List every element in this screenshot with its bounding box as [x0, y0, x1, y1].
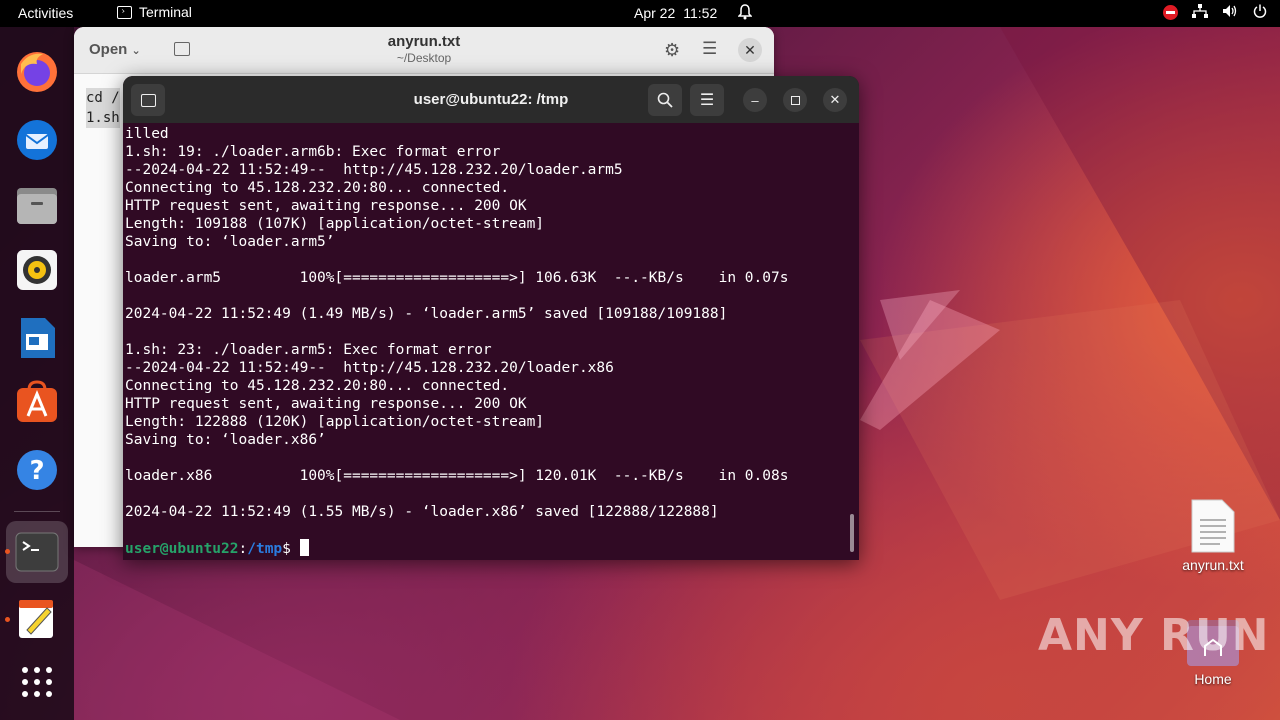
terminal-line: --2024-04-22 11:52:49-- http://45.128.23…	[125, 162, 623, 178]
hamburger-menu-icon[interactable]: ☰	[702, 39, 717, 59]
help-icon[interactable]: ?	[12, 445, 62, 495]
scrollbar[interactable]	[850, 514, 854, 552]
bell-icon[interactable]	[737, 4, 753, 23]
close-icon: ✕	[829, 92, 841, 107]
terminal-line: HTTP request sent, awaiting response... …	[125, 396, 527, 412]
terminal-output[interactable]: illed 1.sh: 19: ./loader.arm6b: Exec form…	[123, 123, 859, 560]
terminal-line: illed	[125, 126, 169, 142]
firefox-icon[interactable]	[12, 47, 62, 97]
text-editor-icon[interactable]	[12, 593, 62, 643]
minimize-button[interactable]: –	[743, 88, 767, 112]
network-icon[interactable]	[1192, 4, 1208, 21]
minimize-icon: –	[751, 92, 759, 108]
terminal-line: Connecting to 45.128.232.20:80... connec…	[125, 378, 510, 394]
terminal-line: 2024-04-22 11:52:49 (1.49 MB/s) - ‘loade…	[125, 306, 728, 322]
clock-time: 11:52	[683, 5, 718, 21]
files-icon[interactable]	[12, 181, 62, 231]
svg-text:?: ?	[29, 456, 44, 486]
top-bar: Activities Terminal Apr 22 11:52	[0, 0, 1280, 27]
desktop-file-label: anyrun.txt	[1182, 557, 1244, 573]
anyrun-watermark: ANY RUN	[1038, 610, 1270, 661]
terminal-line: Length: 109188 (107K) [application/octet…	[125, 216, 545, 232]
maximize-icon	[790, 95, 800, 105]
gear-icon[interactable]: ⚙	[664, 40, 680, 61]
close-icon[interactable]: ✕	[738, 38, 762, 62]
terminal-line: loader.arm5 100%[===================>] 1…	[125, 270, 789, 286]
dock-separator	[14, 511, 60, 512]
editor-line: 1.sh	[86, 108, 120, 128]
stop-record-icon[interactable]	[1163, 5, 1178, 20]
close-button[interactable]: ✕	[823, 88, 847, 112]
activities-button[interactable]: Activities	[18, 5, 73, 21]
terminal-running-indicator	[5, 549, 10, 554]
app-menu[interactable]: Terminal	[117, 4, 192, 20]
terminal-line: HTTP request sent, awaiting response... …	[125, 198, 527, 214]
desktop-home-label: Home	[1194, 671, 1232, 687]
terminal-line: 2024-04-22 11:52:49 (1.55 MB/s) - ‘loade…	[125, 504, 719, 520]
terminal-line: loader.x86 100%[===================>] 12…	[125, 468, 789, 484]
clock-date: Apr 22	[634, 5, 676, 21]
terminal-headerbar: user@ubuntu22: /tmp ☰ – ✕	[123, 76, 859, 123]
editor-running-indicator	[5, 617, 10, 622]
clock[interactable]: Apr 22 11:52	[634, 5, 717, 21]
editor-headerbar: Open ⌄ anyrun.txt ~/Desktop ⚙ ☰ ✕	[74, 27, 774, 74]
text-cursor	[299, 539, 309, 556]
menu-button[interactable]: ☰	[690, 84, 724, 116]
text-file-icon	[1191, 499, 1235, 553]
terminal-prompt: user@ubuntu22:/tmp$	[125, 539, 857, 557]
search-icon	[657, 92, 673, 108]
system-tray[interactable]	[1163, 4, 1268, 21]
editor-line: cd /	[86, 88, 120, 108]
volume-icon[interactable]	[1222, 4, 1238, 21]
terminal-line: --2024-04-22 11:52:49-- http://45.128.23…	[125, 360, 614, 376]
terminal-line: Connecting to 45.128.232.20:80... connec…	[125, 180, 510, 196]
terminal-dock-icon[interactable]	[6, 521, 68, 583]
terminal-line: Saving to: ‘loader.arm5’	[125, 234, 335, 250]
terminal-line: Saving to: ‘loader.x86’	[125, 432, 326, 448]
terminal-line: 1.sh: 23: ./loader.arm5: Exec format err…	[125, 342, 492, 358]
app-center-icon[interactable]	[12, 377, 62, 427]
maximize-button[interactable]	[783, 88, 807, 112]
thunderbird-icon[interactable]	[12, 115, 62, 165]
libreoffice-writer-icon[interactable]	[12, 313, 62, 363]
power-icon[interactable]	[1252, 4, 1268, 21]
search-button[interactable]	[648, 84, 682, 116]
app-name: Terminal	[139, 4, 192, 20]
terminal-line: Length: 122888 (120K) [application/octet…	[125, 414, 545, 430]
terminal-line: 1.sh: 19: ./loader.arm6b: Exec format er…	[125, 144, 501, 160]
dock: ?	[0, 27, 74, 720]
show-apps-icon[interactable]	[12, 657, 62, 707]
rhythmbox-icon[interactable]	[12, 245, 62, 295]
terminal-window: user@ubuntu22: /tmp ☰ – ✕ illed 1.sh: 19:…	[123, 76, 859, 560]
terminal-icon	[117, 5, 132, 19]
hamburger-menu-icon: ☰	[699, 92, 715, 109]
desktop-file-anyrun[interactable]: anyrun.txt	[1168, 498, 1258, 573]
